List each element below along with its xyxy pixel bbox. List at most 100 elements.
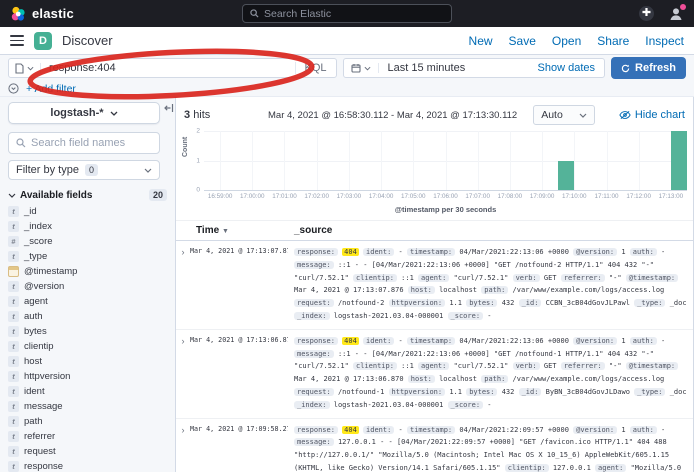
field-item-referrer[interactable]: treferrer bbox=[8, 429, 167, 444]
global-search-input[interactable]: Search Elastic bbox=[242, 4, 452, 23]
field-item-httpversion[interactable]: thttpversion bbox=[8, 369, 167, 384]
field-key-badge: message: bbox=[294, 350, 334, 358]
query-text[interactable]: response:404 bbox=[41, 62, 295, 74]
filter-by-type-toggle[interactable]: Filter by type 0 bbox=[8, 160, 160, 180]
help-icon[interactable]: ✚ bbox=[639, 6, 654, 21]
collapse-sidebar-icon[interactable] bbox=[164, 103, 174, 113]
show-dates-button[interactable]: Show dates bbox=[529, 62, 604, 74]
search-icon bbox=[16, 138, 26, 148]
saved-query-menu-icon[interactable] bbox=[9, 63, 41, 74]
field-name: @version bbox=[24, 281, 64, 292]
field-type-text-icon: t bbox=[8, 416, 19, 427]
field-type-text-icon: t bbox=[8, 446, 19, 457]
column-header-time[interactable]: Time ▼ bbox=[176, 225, 288, 236]
x-tick-label: 17:12:00 bbox=[626, 193, 651, 200]
app-action-new[interactable]: New bbox=[469, 34, 493, 48]
field-item-bytes[interactable]: tbytes bbox=[8, 324, 167, 339]
field-key-badge: @version: bbox=[573, 248, 617, 256]
index-pattern-label: logstash-* bbox=[50, 107, 103, 119]
time-range-value[interactable]: Last 15 minutes bbox=[379, 62, 529, 74]
y-tick-label: 0 bbox=[196, 187, 200, 194]
field-item-version[interactable]: t @version bbox=[8, 279, 167, 294]
column-header-source: _source bbox=[288, 225, 693, 236]
x-tick-label: 17:02:00 bbox=[304, 193, 329, 200]
expand-row-icon[interactable]: › bbox=[176, 424, 190, 472]
field-name: auth bbox=[24, 311, 43, 322]
chart-plot-area[interactable]: 012 bbox=[204, 131, 687, 191]
row-time: Mar 4, 2021 @ 17:13:07.876 bbox=[190, 246, 288, 323]
calendar-menu-button[interactable] bbox=[344, 63, 379, 73]
field-item-auth[interactable]: tauth bbox=[8, 309, 167, 324]
field-type-text-icon: t bbox=[8, 311, 19, 322]
menu-icon[interactable] bbox=[10, 35, 24, 45]
field-item-host[interactable]: thost bbox=[8, 354, 167, 369]
field-key-badge: @version: bbox=[573, 426, 617, 434]
field-item-id[interactable]: t_id bbox=[8, 204, 167, 219]
field-key-badge: httpversion: bbox=[389, 388, 446, 396]
field-key-badge: path: bbox=[481, 375, 508, 383]
app-action-save[interactable]: Save bbox=[509, 34, 536, 48]
query-input[interactable]: response:404 KQL bbox=[8, 58, 337, 78]
field-item-ident[interactable]: tident bbox=[8, 384, 167, 399]
app-action-share[interactable]: Share bbox=[597, 34, 629, 48]
calendar-icon bbox=[351, 63, 361, 73]
refresh-button[interactable]: Refresh bbox=[611, 57, 686, 79]
field-search-input[interactable]: Search field names bbox=[8, 132, 160, 154]
field-item-request[interactable]: trequest bbox=[8, 444, 167, 459]
field-key-badge: agent: bbox=[595, 464, 626, 472]
expand-row-icon[interactable]: › bbox=[176, 335, 190, 412]
global-top-bar: elastic Search Elastic ✚ bbox=[0, 0, 694, 27]
field-key-badge: clientip: bbox=[505, 464, 549, 472]
expand-row-icon[interactable]: › bbox=[176, 246, 190, 323]
filter-menu-icon[interactable] bbox=[8, 83, 19, 94]
field-item-score[interactable]: #_score bbox=[8, 234, 167, 249]
field-item-index[interactable]: t_index bbox=[8, 219, 167, 234]
field-type-text-icon: t bbox=[8, 221, 19, 232]
field-key-badge: message: bbox=[294, 438, 334, 446]
field-type-text-icon: t bbox=[8, 326, 19, 337]
app-header: D Discover NewSaveOpenShareInspect bbox=[0, 27, 694, 55]
x-tick-label: 17:08:00 bbox=[498, 193, 523, 200]
gridline bbox=[542, 131, 543, 190]
field-key-badge: _id: bbox=[519, 388, 542, 396]
field-item-response[interactable]: tresponse bbox=[8, 459, 167, 472]
interval-value: Auto bbox=[541, 109, 563, 121]
index-pattern-selector[interactable]: logstash-* bbox=[8, 102, 160, 124]
chevron-down-icon bbox=[27, 66, 34, 71]
field-name: clientip bbox=[24, 341, 54, 352]
field-name: _score bbox=[24, 236, 53, 247]
field-item-agent[interactable]: tagent bbox=[8, 294, 167, 309]
field-item-message[interactable]: tmessage bbox=[8, 399, 167, 414]
table-row: ›Mar 4, 2021 @ 17:13:07.876response: 404… bbox=[176, 241, 693, 330]
field-key-badge: auth: bbox=[630, 337, 657, 345]
x-tick-label: 17:01:00 bbox=[272, 193, 297, 200]
elastic-logo[interactable]: elastic bbox=[10, 6, 74, 22]
field-item-timestamp[interactable]: @timestamp bbox=[8, 264, 167, 279]
field-item-path[interactable]: tpath bbox=[8, 414, 167, 429]
app-action-inspect[interactable]: Inspect bbox=[645, 34, 684, 48]
query-language-button[interactable]: KQL bbox=[295, 62, 336, 74]
field-search-placeholder: Search field names bbox=[31, 137, 125, 149]
add-filter-button[interactable]: + Add filter bbox=[26, 83, 76, 95]
highlighted-value: 404 bbox=[342, 248, 359, 256]
histogram-bar[interactable] bbox=[671, 131, 687, 190]
available-fields-count: 20 bbox=[149, 189, 167, 201]
page-title: Discover bbox=[62, 33, 113, 48]
global-search-placeholder: Search Elastic bbox=[264, 8, 331, 20]
app-action-open[interactable]: Open bbox=[552, 34, 581, 48]
table-row: ›Mar 4, 2021 @ 17:13:06.870response: 404… bbox=[176, 330, 693, 419]
elastic-logo-icon bbox=[10, 6, 26, 22]
available-fields-header[interactable]: Available fields 20 bbox=[8, 189, 167, 201]
field-item-type[interactable]: t_type bbox=[8, 249, 167, 264]
field-name: message bbox=[24, 401, 63, 412]
field-type-text-icon: t bbox=[8, 281, 19, 292]
histogram-bar[interactable] bbox=[558, 161, 574, 191]
field-item-clientip[interactable]: tclientip bbox=[8, 339, 167, 354]
interval-select[interactable]: Auto bbox=[533, 105, 595, 125]
field-key-badge: ident: bbox=[363, 337, 394, 345]
field-key-badge: response: bbox=[294, 337, 338, 345]
field-key-badge: @timestamp: bbox=[626, 274, 678, 282]
y-axis-label: Count bbox=[182, 137, 189, 157]
hide-chart-button[interactable]: Hide chart bbox=[619, 109, 685, 121]
user-avatar[interactable] bbox=[668, 6, 684, 22]
